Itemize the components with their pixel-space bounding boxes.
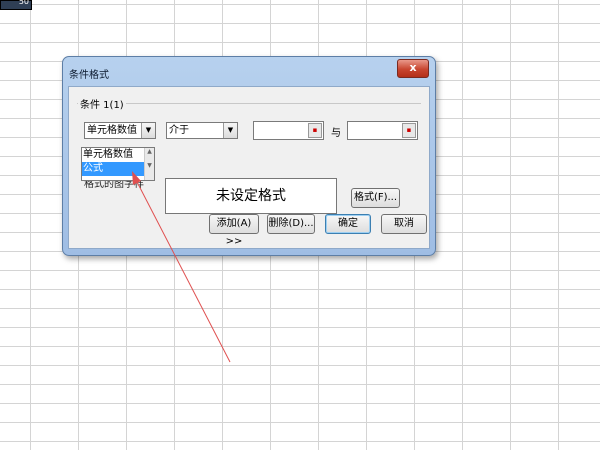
annotation-arrow-line xyxy=(135,179,231,363)
annotation-arrow xyxy=(132,171,231,363)
annotation-arrow-head xyxy=(132,171,141,185)
